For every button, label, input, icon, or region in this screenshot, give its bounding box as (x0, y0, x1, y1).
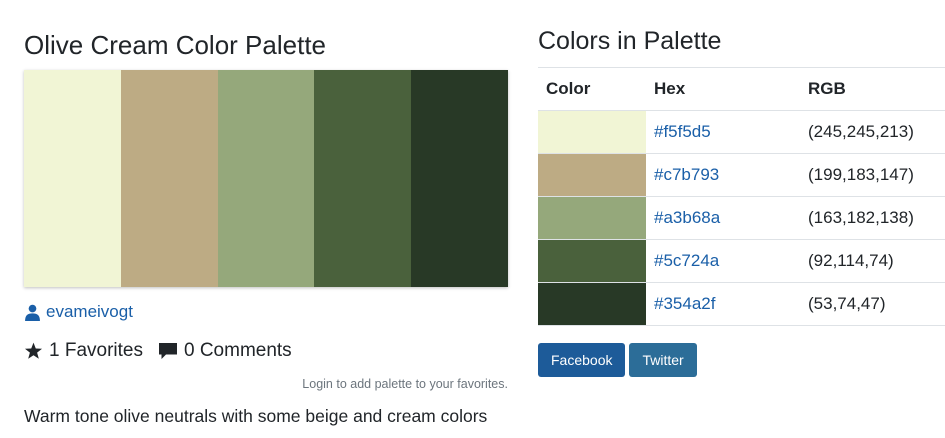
favorites-count: 1 Favorites (49, 340, 143, 361)
colors-title: Colors in Palette (538, 27, 722, 55)
author-link[interactable]: evameivogt (24, 302, 133, 322)
color-sample (538, 197, 646, 239)
comments-stat[interactable]: 0 Comments (158, 340, 292, 362)
comment-icon (158, 342, 178, 360)
swatch-1[interactable] (24, 70, 121, 287)
color-sample (538, 283, 646, 325)
color-cell (538, 153, 646, 197)
login-note: Login to add palette to your favorites. (302, 377, 508, 391)
color-cell (538, 196, 646, 240)
palette-description: Warm tone olive neutrals with some beige… (24, 406, 488, 426)
rgb-cell: (53,74,47) (800, 282, 945, 326)
table-row: #a3b68a (163,182,138) (538, 196, 945, 240)
hex-link[interactable]: #5c724a (654, 251, 719, 270)
rgb-cell: (92,114,74) (800, 239, 945, 283)
hex-cell: #354a2f (646, 282, 800, 326)
swatch-2[interactable] (120, 70, 218, 287)
rgb-cell: (199,183,147) (800, 153, 945, 197)
color-sample (538, 154, 646, 196)
table-row: #354a2f (53,74,47) (538, 282, 945, 326)
star-icon (24, 342, 43, 360)
table-row: #5c724a (92,114,74) (538, 239, 945, 283)
color-sample (538, 240, 646, 282)
hex-link[interactable]: #354a2f (654, 294, 715, 313)
hex-link[interactable]: #c7b793 (654, 165, 719, 184)
hex-cell: #f5f5d5 (646, 110, 800, 154)
color-cell (538, 239, 646, 283)
hex-cell: #a3b68a (646, 196, 800, 240)
rgb-cell: (163,182,138) (800, 196, 945, 240)
favorites-stat[interactable]: 1 Favorites (24, 340, 143, 362)
page-title: Olive Cream Color Palette (24, 30, 326, 60)
twitter-share-button[interactable]: Twitter (629, 343, 697, 377)
swatch-5[interactable] (411, 70, 508, 287)
header-hex: Hex (646, 67, 800, 111)
palette-stats: 1 Favorites 0 Comments (24, 340, 307, 362)
table-row: #c7b793 (199,183,147) (538, 153, 945, 197)
table-header-row: Color Hex RGB (538, 67, 945, 111)
swatch-3[interactable] (217, 70, 315, 287)
colors-table: Color Hex RGB #f5f5d5 (245,245,213) #c7b… (538, 67, 945, 326)
color-cell (538, 282, 646, 326)
table-row: #f5f5d5 (245,245,213) (538, 110, 945, 154)
hex-link[interactable]: #f5f5d5 (654, 122, 711, 141)
swatch-4[interactable] (314, 70, 412, 287)
hex-cell: #5c724a (646, 239, 800, 283)
user-icon (24, 304, 41, 321)
facebook-share-button[interactable]: Facebook (538, 343, 626, 377)
hex-link[interactable]: #a3b68a (654, 208, 720, 227)
header-color: Color (538, 67, 646, 111)
palette-swatches (24, 70, 508, 287)
rgb-cell: (245,245,213) (800, 110, 945, 154)
color-cell (538, 110, 646, 154)
share-buttons: Facebook Twitter (538, 343, 697, 377)
color-sample (538, 111, 646, 153)
hex-cell: #c7b793 (646, 153, 800, 197)
header-rgb: RGB (800, 67, 945, 111)
comments-count: 0 Comments (183, 340, 292, 361)
author-name: evameivogt (46, 302, 133, 321)
